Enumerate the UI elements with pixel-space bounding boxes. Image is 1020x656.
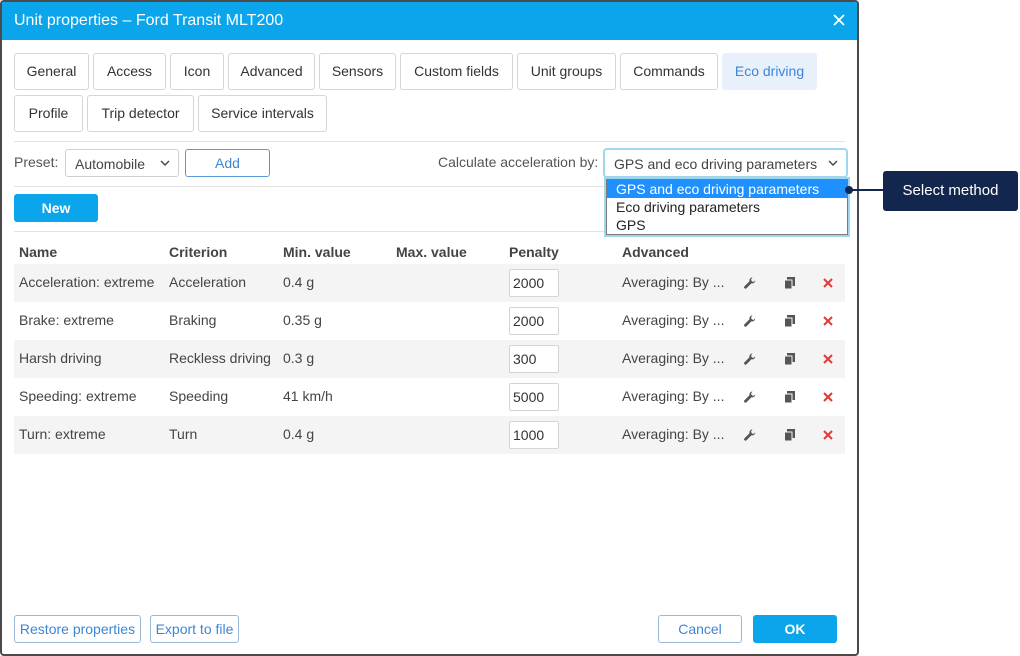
table-row[interactable]: Harsh driving Reckless driving 0.3 g Ave… [14,340,845,378]
penalty-input[interactable] [509,421,559,449]
tab-advanced[interactable]: Advanced [228,53,315,90]
copy-icon[interactable] [783,428,797,442]
wrench-icon[interactable] [743,276,757,290]
chevron-down-icon [160,160,170,166]
copy-icon[interactable] [783,314,797,328]
delete-icon[interactable] [821,352,835,366]
penalty-input[interactable] [509,383,559,411]
add-preset-button[interactable]: Add [185,149,270,177]
cell-advanced: Averaging: By ... [622,426,725,442]
accel-method-value: GPS and eco driving parameters [614,156,818,172]
col-header-min: Min. value [283,244,351,260]
cell-name: Turn: extreme [19,426,106,442]
cell-criterion: Braking [169,312,217,328]
cell-name: Brake: extreme [19,312,114,328]
unit-properties-dialog: Unit properties – Ford Transit MLT200 Ge… [0,0,859,656]
penalty-input[interactable] [509,269,559,297]
accel-method-select[interactable]: GPS and eco driving parameters [604,149,847,177]
dropdown-option-eco[interactable]: Eco driving parameters [607,198,847,216]
tab-access[interactable]: Access [93,53,166,90]
preset-select[interactable]: Automobile [65,149,179,177]
table-row[interactable]: Acceleration: extreme Acceleration 0.4 g… [14,264,845,302]
tab-profile[interactable]: Profile [14,95,83,132]
cell-name: Harsh driving [19,350,102,366]
tab-commands[interactable]: Commands [620,53,718,90]
tab-general[interactable]: General [14,53,89,90]
cell-criterion: Turn [169,426,198,442]
penalty-input[interactable] [509,307,559,335]
chevron-down-icon [828,160,838,166]
tab-trip-detector[interactable]: Trip detector [87,95,194,132]
export-to-file-button[interactable]: Export to file [150,615,239,643]
dialog-titlebar: Unit properties – Ford Transit MLT200 [2,2,857,40]
tab-service-intervals[interactable]: Service intervals [198,95,327,132]
tab-icon[interactable]: Icon [170,53,224,90]
table-row[interactable]: Speeding: extreme Speeding 41 km/h Avera… [14,378,845,416]
copy-icon[interactable] [783,390,797,404]
col-header-penalty: Penalty [509,244,559,260]
tab-custom-fields[interactable]: Custom fields [400,53,513,90]
col-header-criterion: Criterion [169,244,228,260]
cell-advanced: Averaging: By ... [622,350,725,366]
divider [14,141,845,142]
delete-icon[interactable] [821,314,835,328]
cell-advanced: Averaging: By ... [622,274,725,290]
copy-icon[interactable] [783,352,797,366]
ok-button[interactable]: OK [753,615,837,643]
col-header-max: Max. value [396,244,467,260]
dropdown-option-gps[interactable]: GPS [607,216,847,234]
wrench-icon[interactable] [743,390,757,404]
cell-criterion: Acceleration [169,274,247,290]
cell-advanced: Averaging: By ... [622,312,725,328]
penalty-input[interactable] [509,345,559,373]
accel-method-label: Calculate acceleration by: [438,154,599,170]
col-header-name: Name [19,244,58,260]
callout-dot [845,186,853,194]
delete-icon[interactable] [821,276,835,290]
cell-min-value: 0.4 g [283,426,315,442]
delete-icon[interactable] [821,390,835,404]
cell-name: Speeding: extreme [19,388,137,404]
copy-icon[interactable] [783,276,797,290]
cell-criterion: Reckless driving [169,350,271,366]
dialog-title: Unit properties – Ford Transit MLT200 [14,12,284,29]
cell-min-value: 0.3 g [283,350,315,366]
tab-unit-groups[interactable]: Unit groups [517,53,616,90]
wrench-icon[interactable] [743,352,757,366]
col-header-advanced: Advanced [622,244,689,260]
dropdown-option-gps-and-eco[interactable]: GPS and eco driving parameters [607,180,847,198]
delete-icon[interactable] [821,428,835,442]
table-row[interactable]: Brake: extreme Braking 0.35 g Averaging:… [14,302,845,340]
restore-properties-button[interactable]: Restore properties [14,615,141,643]
preset-label: Preset: [14,154,59,170]
preset-value: Automobile [75,156,146,172]
cell-criterion: Speeding [169,388,229,404]
cell-min-value: 0.4 g [283,274,315,290]
cell-min-value: 41 km/h [283,388,333,404]
wrench-icon[interactable] [743,314,757,328]
close-icon[interactable] [831,12,847,28]
tab-eco-driving[interactable]: Eco driving [722,53,817,90]
cancel-button[interactable]: Cancel [658,615,742,643]
callout-connector [849,189,883,191]
callout-label: Select method [883,171,1018,211]
accel-method-dropdown-list: GPS and eco driving parameters Eco drivi… [606,179,848,235]
table-row[interactable]: Turn: extreme Turn 0.4 g Averaging: By .… [14,416,845,454]
cell-advanced: Averaging: By ... [622,388,725,404]
new-criterion-button[interactable]: New [14,194,98,222]
tab-sensors[interactable]: Sensors [319,53,396,90]
wrench-icon[interactable] [743,428,757,442]
cell-min-value: 0.35 g [283,312,322,328]
cell-name: Acceleration: extreme [19,274,155,290]
